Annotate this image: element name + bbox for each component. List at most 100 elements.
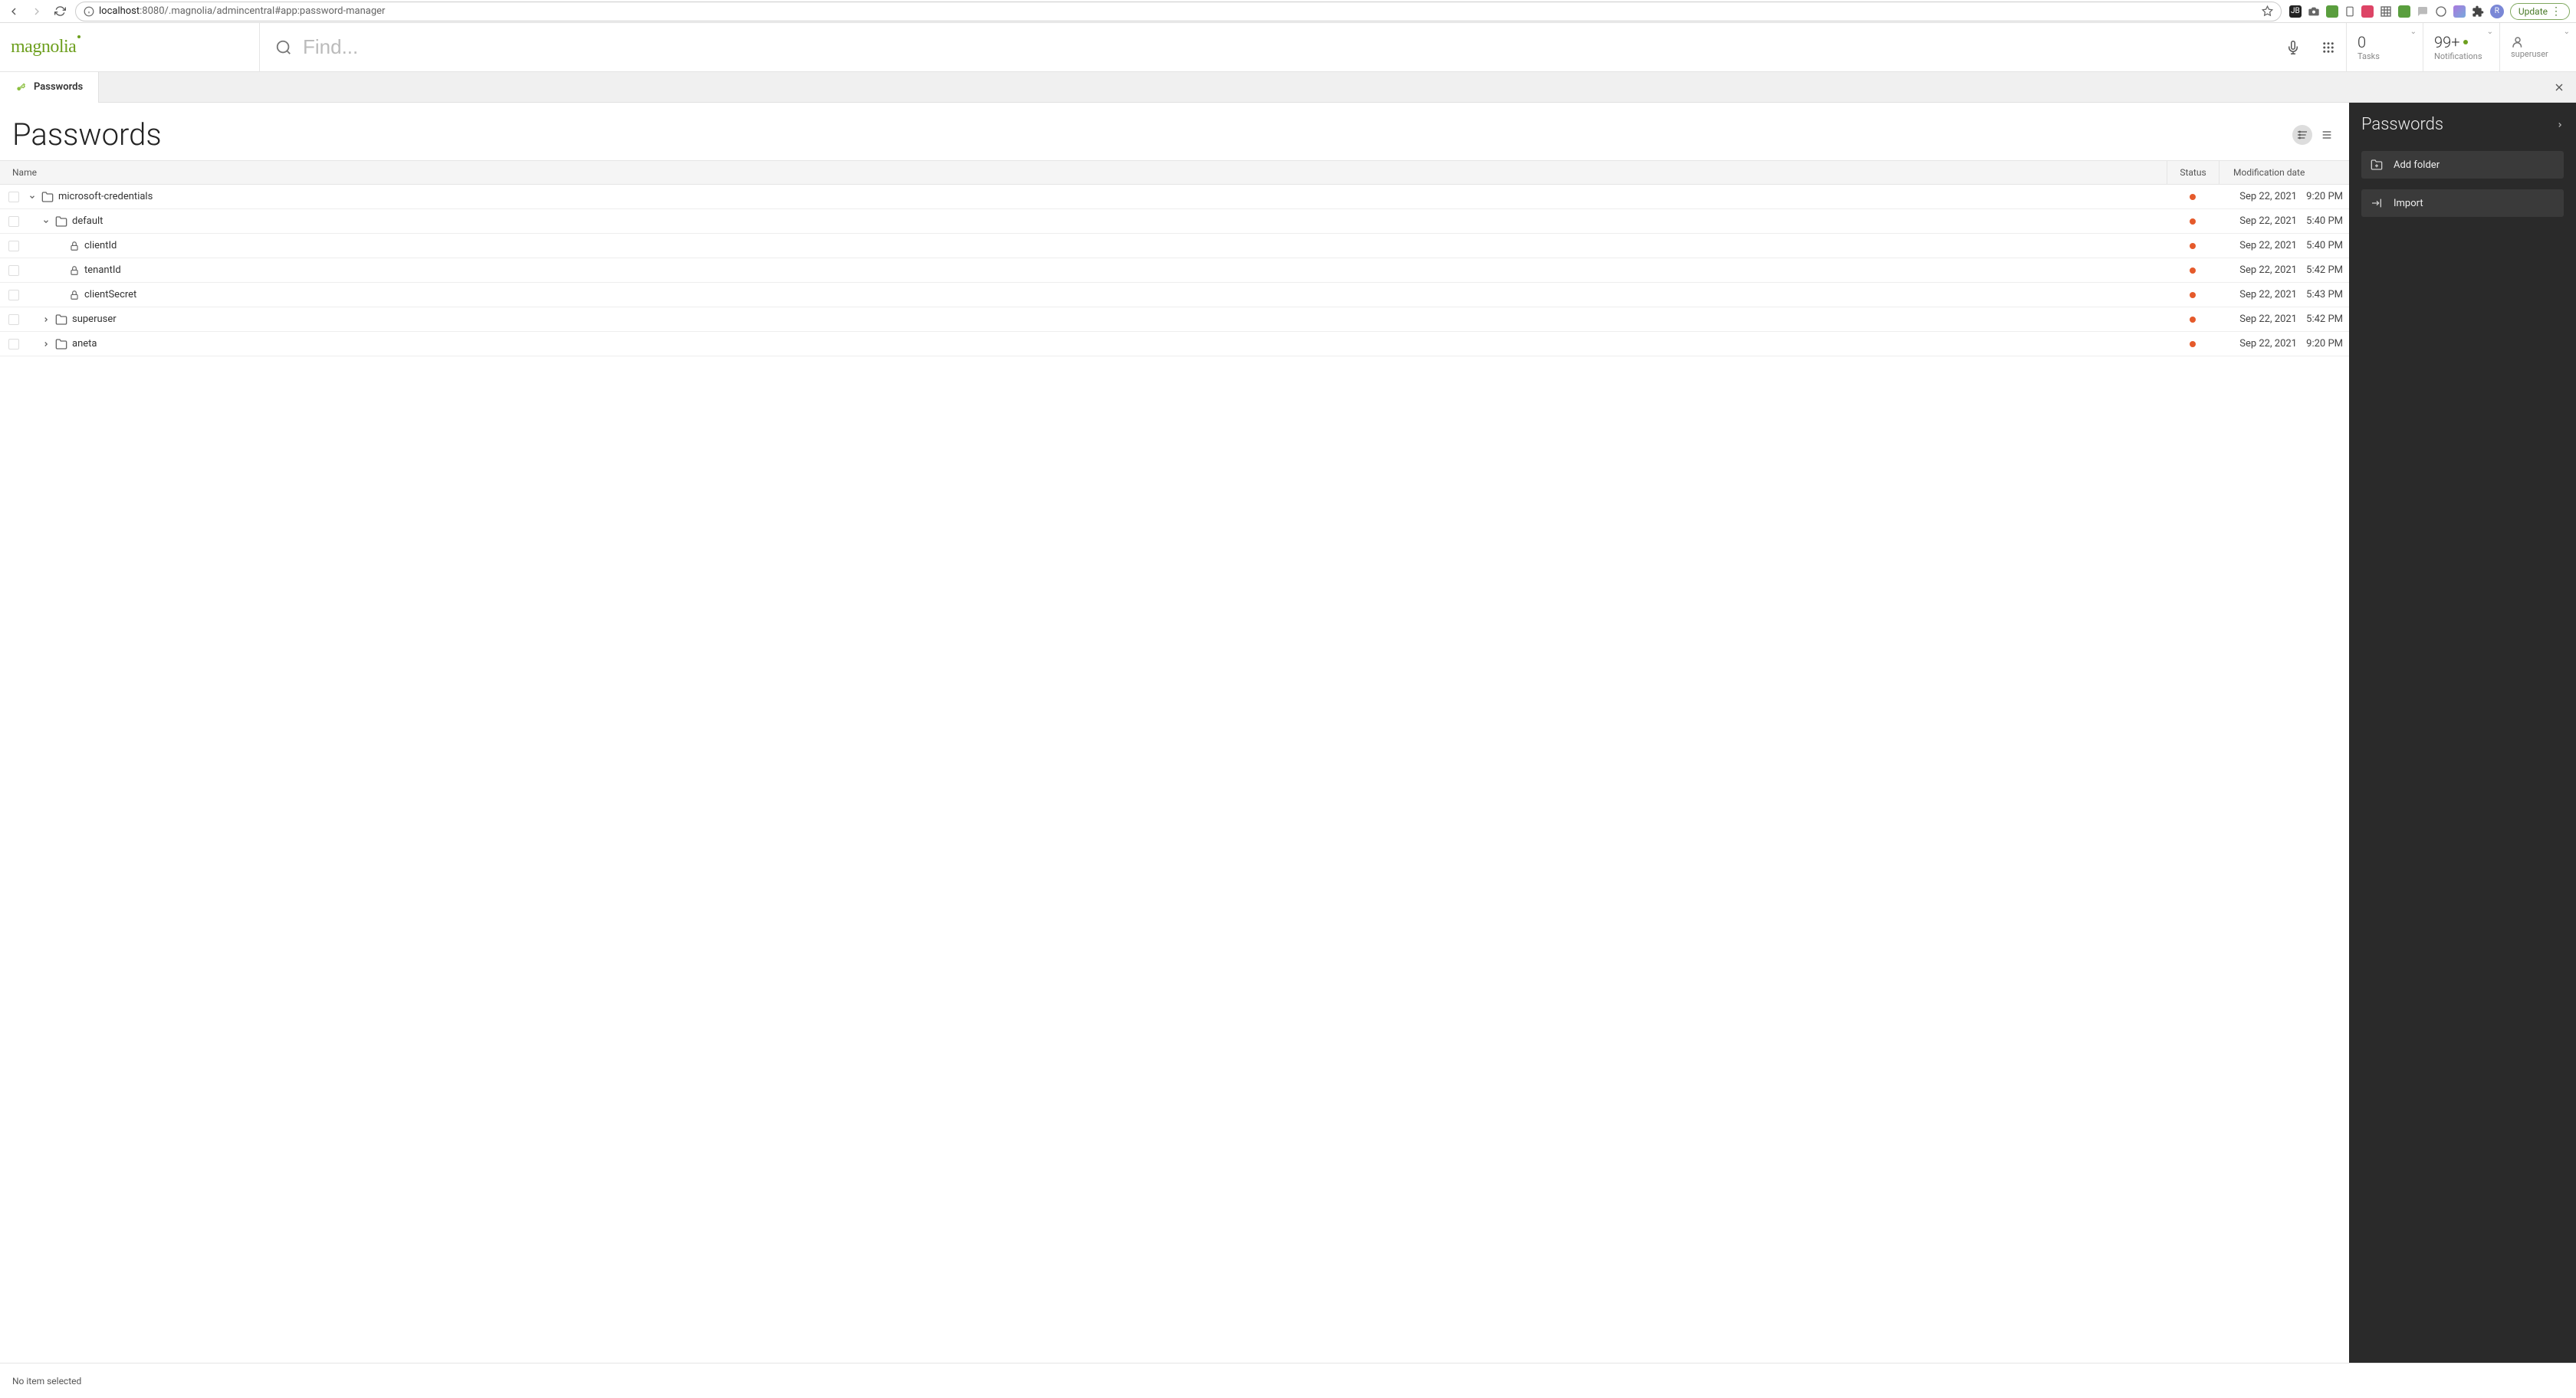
close-app-button[interactable] <box>2553 81 2565 94</box>
table-row[interactable]: tenantId Sep 22, 20215:42 PM <box>0 258 2349 283</box>
puzzle-icon[interactable] <box>2472 5 2484 18</box>
notifications-label: Notifications <box>2434 51 2489 61</box>
row-name: tenantId <box>84 264 121 276</box>
column-modification[interactable]: Modification date <box>2219 161 2349 184</box>
row-checkbox[interactable] <box>8 216 19 227</box>
row-time: 5:42 PM <box>2303 264 2349 276</box>
table-row[interactable]: clientIdSep 22, 20215:40 PM <box>0 234 2349 258</box>
logo[interactable]: magnolia <box>11 37 76 57</box>
table-header: Name Status Modification date <box>0 160 2349 185</box>
import-icon <box>2371 197 2383 209</box>
row-date: Sep 22, 2021 <box>2219 289 2303 300</box>
table-row[interactable]: superuser Sep 22, 20215:42 PM <box>0 307 2349 332</box>
row-checkbox[interactable] <box>8 265 19 276</box>
row-name: clientId <box>84 240 117 251</box>
mic-icon[interactable] <box>2286 41 2300 54</box>
add-folder-icon <box>2371 159 2383 171</box>
circle-icon[interactable] <box>2435 5 2447 18</box>
expand-toggle[interactable] <box>41 316 51 323</box>
tab-passwords[interactable]: Passwords <box>0 72 99 103</box>
row-checkbox[interactable] <box>8 290 19 300</box>
column-name[interactable]: Name <box>0 161 2167 184</box>
import-button[interactable]: Import <box>2361 189 2564 217</box>
row-date: Sep 22, 2021 <box>2219 240 2303 251</box>
table-row[interactable]: anetaSep 22, 20219:20 PM <box>0 332 2349 356</box>
lock-icon <box>69 265 80 276</box>
collapse-panel-button[interactable] <box>2556 120 2564 130</box>
forward-button[interactable] <box>29 4 44 19</box>
status-dot-icon <box>2190 341 2196 347</box>
chevron-down-icon: ⌄ <box>2487 28 2493 36</box>
table-body: microsoft-credentialsSep 22, 20219:20 PM… <box>0 185 2349 1363</box>
row-checkbox[interactable] <box>8 314 19 325</box>
chevron-down-icon: ⌄ <box>2564 28 2570 36</box>
search-icon <box>275 39 292 56</box>
extensions-area: JB R Update ⋮ <box>2289 3 2570 20</box>
row-time: 9:20 PM <box>2303 191 2349 202</box>
search-area <box>259 23 2346 71</box>
url-host: localhost <box>99 5 140 17</box>
row-name: clientSecret <box>84 289 136 300</box>
reload-button[interactable] <box>52 4 67 19</box>
panel-title: Passwords <box>2361 115 2443 134</box>
status-dot-icon <box>2190 267 2196 274</box>
row-time: 5:42 PM <box>2303 313 2349 325</box>
profile-avatar[interactable]: R <box>2490 5 2504 18</box>
row-time: 5:43 PM <box>2303 289 2349 300</box>
row-name: microsoft-credentials <box>58 191 153 202</box>
update-button[interactable]: Update ⋮ <box>2510 3 2570 20</box>
list-view-button[interactable] <box>2317 125 2337 145</box>
chevron-down-icon: ⌄ <box>2410 28 2417 36</box>
notifications-count: 99+ <box>2434 33 2460 51</box>
address-bar[interactable]: localhost:8080/.magnolia/admincentral#ap… <box>75 2 2282 21</box>
back-button[interactable] <box>6 4 21 19</box>
lock-icon <box>69 241 80 251</box>
notifications-pulse[interactable]: ⌄ 99+ Notifications <box>2423 23 2499 71</box>
status-dot-icon <box>2190 317 2196 323</box>
ext-icon[interactable] <box>2361 5 2374 18</box>
ext-icon[interactable] <box>2326 5 2338 18</box>
folder-icon <box>55 338 67 350</box>
search-input[interactable] <box>303 35 2275 59</box>
add-folder-button[interactable]: Add folder <box>2361 151 2564 179</box>
table-row[interactable]: microsoft-credentialsSep 22, 20219:20 PM <box>0 185 2349 209</box>
tab-label: Passwords <box>34 81 83 93</box>
content-area: Passwords Name Status Modification date … <box>0 103 2349 1363</box>
ext-icon[interactable] <box>2453 5 2466 18</box>
status-dot-icon <box>2190 292 2196 298</box>
expand-toggle[interactable] <box>41 340 51 348</box>
row-date: Sep 22, 2021 <box>2219 264 2303 276</box>
row-checkbox[interactable] <box>8 339 19 350</box>
action-label: Add folder <box>2394 159 2440 171</box>
unread-dot-icon <box>2463 40 2468 44</box>
table-row[interactable]: defaultSep 22, 20215:40 PM <box>0 209 2349 234</box>
apps-icon[interactable] <box>2321 41 2335 54</box>
expand-toggle[interactable] <box>41 218 51 225</box>
status-dot-icon <box>2190 194 2196 200</box>
column-status[interactable]: Status <box>2167 161 2219 184</box>
tasks-count: 0 <box>2358 33 2412 51</box>
star-icon[interactable] <box>2262 5 2273 17</box>
row-date: Sep 22, 2021 <box>2219 313 2303 325</box>
ext-icon[interactable] <box>2398 5 2410 18</box>
grid-icon[interactable] <box>2380 5 2392 18</box>
key-icon <box>15 82 26 93</box>
folder-icon <box>41 191 54 203</box>
tree-view-button[interactable] <box>2292 125 2312 145</box>
row-name: superuser <box>72 313 117 325</box>
workspace: Passwords Name Status Modification date … <box>0 103 2576 1363</box>
expand-toggle[interactable] <box>28 193 37 201</box>
tasks-pulse[interactable]: ⌄ 0 Tasks <box>2346 23 2423 71</box>
folder-icon <box>55 215 67 228</box>
user-menu[interactable]: ⌄ superuser <box>2499 23 2576 71</box>
row-checkbox[interactable] <box>8 241 19 251</box>
camera-icon[interactable] <box>2308 5 2320 18</box>
row-checkbox[interactable] <box>8 192 19 202</box>
user-icon <box>2511 35 2525 49</box>
chat-icon[interactable] <box>2417 5 2429 18</box>
device-icon[interactable] <box>2344 5 2355 18</box>
url-path: :8080/.magnolia/admincentral#app:passwor… <box>140 5 385 17</box>
ext-icon[interactable]: JB <box>2289 5 2302 18</box>
row-name: aneta <box>72 338 97 350</box>
table-row[interactable]: clientSecret Sep 22, 20215:43 PM <box>0 283 2349 307</box>
